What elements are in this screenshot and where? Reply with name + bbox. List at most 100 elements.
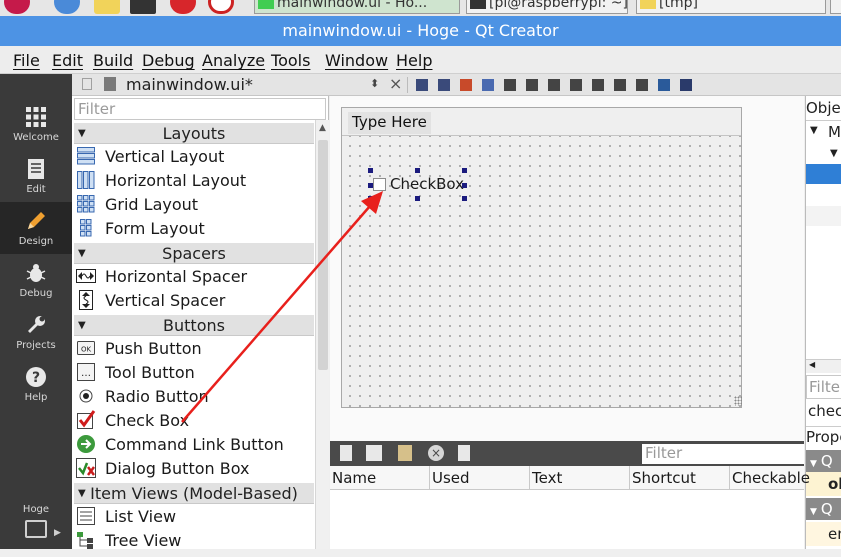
task-folder[interactable]: [tmp]: [636, 0, 826, 14]
checkbox-indicator[interactable]: [373, 178, 386, 191]
task-terminal[interactable]: [pi@raspberrypi: ~]: [466, 0, 628, 14]
size-grip[interactable]: [734, 396, 742, 406]
menu-debug[interactable]: Debug: [142, 51, 195, 70]
widget-item-horizontal-spacer[interactable]: Horizontal Spacer: [76, 265, 247, 289]
updown-icon[interactable]: ⬍: [370, 77, 379, 90]
globe-icon[interactable]: [54, 0, 80, 14]
category-layouts[interactable]: ▼ Layouts: [74, 122, 314, 144]
type-here-menu[interactable]: Type Here: [348, 112, 431, 134]
widget-item-command-link-button[interactable]: Command Link Button: [76, 433, 284, 457]
form-checkbox[interactable]: CheckBox: [370, 173, 465, 197]
category-item-views[interactable]: ▼ Item Views (Model-Based): [74, 482, 314, 504]
widget-item-form-layout[interactable]: Form Layout: [76, 217, 205, 241]
menu-tools[interactable]: Tools: [271, 51, 310, 70]
burst-icon[interactable]: [170, 0, 196, 14]
widget-item-grid-layout[interactable]: Grid Layout: [76, 193, 198, 217]
terminal-icon[interactable]: [130, 0, 156, 14]
property-objectname[interactable]: ob: [806, 472, 841, 496]
widget-item-radio-button[interactable]: Radio Button: [76, 385, 209, 409]
column-header-name[interactable]: Name: [330, 466, 430, 490]
resize-handle[interactable]: [415, 168, 420, 173]
menu-analyze[interactable]: Analyze: [202, 51, 265, 70]
tree-row-mainwindow[interactable]: M: [828, 123, 841, 141]
widget-item-vertical-layout[interactable]: Vertical Layout: [76, 145, 224, 169]
widget-item-dialog-button-box[interactable]: Dialog Button Box: [76, 457, 249, 481]
mode-welcome[interactable]: Welcome: [0, 98, 72, 150]
object-row[interactable]: [806, 206, 841, 226]
lock-icon[interactable]: [82, 78, 92, 90]
chevron-right-icon[interactable]: ▶: [54, 528, 61, 538]
scroll-left-icon[interactable]: ◀: [809, 360, 815, 369]
mode-edit[interactable]: Edit: [0, 150, 72, 202]
copy-action-icon[interactable]: [366, 445, 382, 461]
layout-horizontal-icon[interactable]: [504, 79, 516, 91]
widget-item-tree-view[interactable]: Tree View: [76, 529, 181, 553]
action-filter-input[interactable]: Filter: [642, 444, 804, 464]
adjust-size-icon[interactable]: [658, 79, 670, 91]
layout-grid-icon[interactable]: [592, 79, 604, 91]
menu-edit[interactable]: Edit: [52, 51, 83, 70]
menu-file[interactable]: File: [13, 51, 40, 70]
paste-action-icon[interactable]: [398, 445, 412, 461]
monitor-icon[interactable]: [25, 520, 47, 538]
widget-filter-input[interactable]: Filter: [74, 98, 326, 120]
layout-hsplitter-icon[interactable]: [548, 79, 560, 91]
close-document-icon[interactable]: ×: [389, 74, 402, 93]
task-qtcreator[interactable]: mainwindow.ui - Ho...: [254, 0, 460, 14]
mode-help[interactable]: ? Help: [0, 358, 72, 410]
form-menubar[interactable]: Type Here: [342, 108, 741, 136]
category-buttons[interactable]: ▼ Buttons: [74, 314, 314, 336]
layout-form-icon[interactable]: [614, 79, 626, 91]
layout-vsplitter-icon[interactable]: [570, 79, 582, 91]
expand-arrow-icon[interactable]: ▼: [810, 125, 818, 136]
mode-projects[interactable]: Projects: [0, 306, 72, 358]
resize-handle[interactable]: [415, 196, 420, 201]
main-window-form[interactable]: Type Here: [341, 107, 742, 408]
menu-build[interactable]: Build: [93, 51, 133, 70]
preview-icon[interactable]: [680, 79, 692, 91]
edit-buddies-icon[interactable]: [460, 79, 472, 91]
edit-taborder-icon[interactable]: [482, 79, 494, 91]
property-enabled[interactable]: en: [806, 522, 841, 546]
raspberry-icon[interactable]: [4, 0, 30, 14]
wolfram-icon[interactable]: [208, 0, 234, 14]
object-row[interactable]: [806, 226, 841, 246]
widget-item-vertical-spacer[interactable]: Vertical Spacer: [76, 289, 225, 313]
widgetbox-scrollbar[interactable]: ▲: [315, 120, 329, 549]
delete-action-icon[interactable]: ×: [428, 445, 444, 461]
task-more[interactable]: [830, 0, 841, 14]
menu-help[interactable]: Help: [396, 51, 432, 70]
widget-item-tool-button[interactable]: … Tool Button: [76, 361, 195, 385]
menu-window[interactable]: Window: [325, 51, 388, 70]
column-header-shortcut[interactable]: Shortcut: [630, 466, 730, 490]
category-spacers[interactable]: ▼ Spacers: [74, 242, 314, 264]
resize-handle[interactable]: [368, 168, 373, 173]
property-group-qwidget[interactable]: ▼ Q: [806, 498, 841, 520]
resize-handle[interactable]: [368, 196, 373, 201]
resize-handle[interactable]: [462, 168, 467, 173]
configure-icon[interactable]: [458, 445, 470, 461]
column-header-text[interactable]: Text: [530, 466, 630, 490]
column-header-checkable[interactable]: Checkable: [730, 466, 810, 490]
selected-object-row[interactable]: [806, 164, 841, 184]
resize-handle[interactable]: [368, 183, 373, 188]
document-selector[interactable]: mainwindow.ui*: [126, 75, 253, 94]
expand-arrow-icon[interactable]: ▼: [830, 148, 838, 159]
widget-item-check-box[interactable]: Check Box: [76, 409, 189, 433]
mode-debug[interactable]: Debug: [0, 254, 72, 306]
widget-item-push-button[interactable]: OK Push Button: [76, 337, 202, 361]
new-action-icon[interactable]: [340, 445, 352, 461]
scroll-up-icon[interactable]: ▲: [319, 123, 326, 133]
layout-vertical-icon[interactable]: [526, 79, 538, 91]
widget-item-list-view[interactable]: List View: [76, 505, 176, 529]
edit-widgets-icon[interactable]: [416, 79, 428, 91]
property-filter-input[interactable]: Filter: [806, 375, 841, 399]
edit-signals-icon[interactable]: [438, 79, 450, 91]
resize-handle[interactable]: [462, 183, 467, 188]
scrollbar-thumb[interactable]: [318, 140, 328, 370]
folder-icon[interactable]: [94, 0, 120, 14]
column-header-used[interactable]: Used: [430, 466, 530, 490]
resize-handle[interactable]: [462, 196, 467, 201]
break-layout-icon[interactable]: [636, 79, 648, 91]
property-group-qobject[interactable]: ▼ Q: [806, 450, 841, 472]
